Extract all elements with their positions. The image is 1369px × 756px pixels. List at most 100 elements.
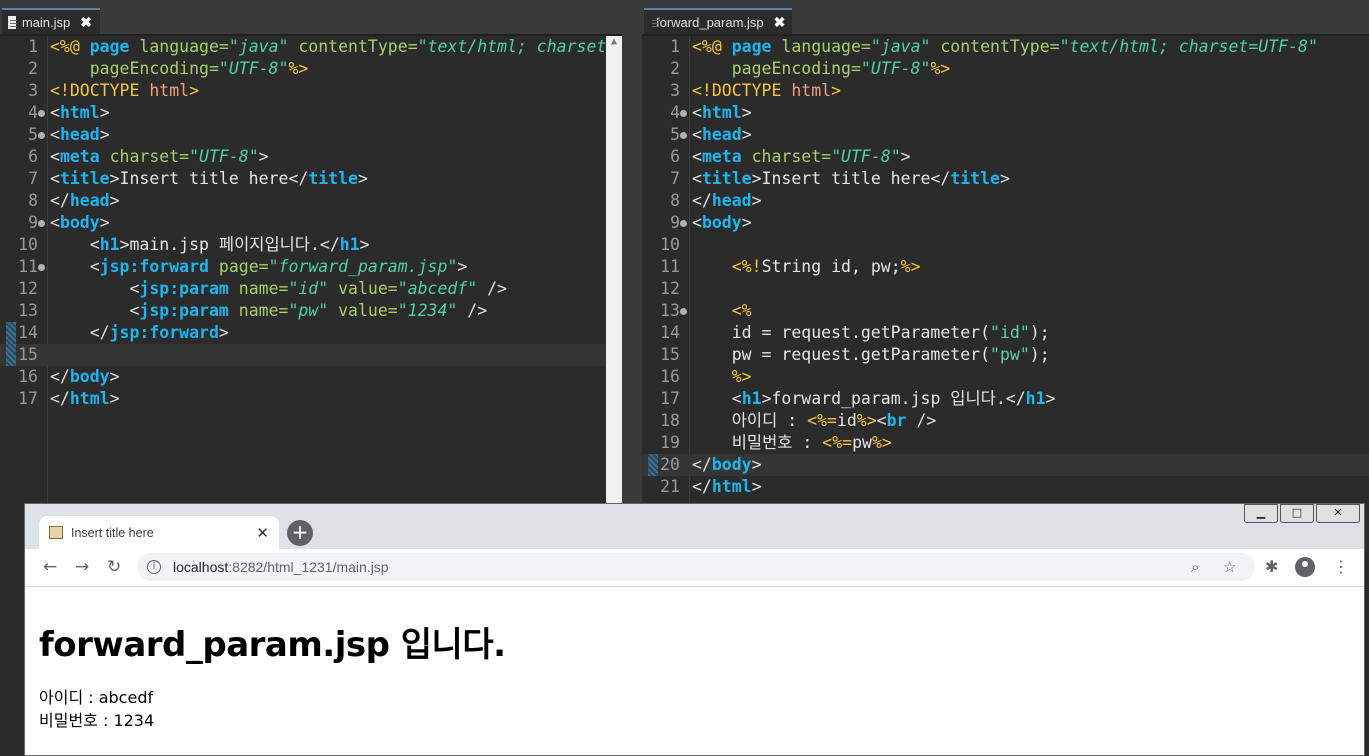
code-line[interactable]: 16 %> <box>642 366 1369 388</box>
code-token: title <box>950 169 1000 188</box>
code-token: meta <box>701 147 752 166</box>
minimize-button[interactable]: ▁ <box>1244 504 1278 523</box>
profile-icon[interactable] <box>1295 557 1315 577</box>
code-token: > <box>1045 389 1056 408</box>
fold-toggle-icon[interactable] <box>38 110 45 117</box>
fold-toggle-icon[interactable] <box>38 264 45 271</box>
code-editor-right[interactable]: 1 <%@ page language="java" contentType="t… <box>642 36 1369 498</box>
code-line[interactable]: 2 pageEncoding="UTF-8"%> <box>0 58 622 80</box>
code-line[interactable]: 11 <jsp:forward page="forward_param.jsp"… <box>0 256 622 278</box>
code-token: body <box>69 367 110 386</box>
info-icon[interactable]: i <box>147 560 161 574</box>
code-text: id = request.getParameter("id"); <box>692 322 1050 344</box>
code-line[interactable]: 12 <jsp:param name="id" value="abcedf" /… <box>0 278 622 300</box>
fold-toggle-icon[interactable] <box>680 132 687 139</box>
code-line[interactable]: 17 </html> <box>0 388 622 410</box>
line-number: 2 <box>28 59 38 78</box>
code-text: <title>Insert title here</title> <box>50 168 368 190</box>
close-icon[interactable]: ✕ <box>256 524 269 542</box>
code-line[interactable]: 20 </body> <box>642 454 1369 476</box>
code-line[interactable]: 14 </jsp:forward> <box>0 322 622 344</box>
code-line[interactable]: 12 <box>642 278 1369 300</box>
fold-toggle-icon[interactable] <box>38 220 45 227</box>
line-number: 2 <box>670 59 680 78</box>
code-line[interactable]: 16 </body> <box>0 366 622 388</box>
url-path: :8282/html_1231/main.jsp <box>228 559 389 575</box>
maximize-button[interactable]: □ <box>1280 504 1314 523</box>
tab-forward-param-jsp[interactable]: forward_param.jsp ✖ <box>644 8 792 34</box>
code-token: value= <box>338 279 398 298</box>
browser-tab[interactable]: Insert title here ✕ <box>39 516 279 549</box>
code-line[interactable]: 13 <jsp:param name="pw" value="1234" /> <box>0 300 622 322</box>
code-line[interactable]: 1 <%@ page language="java" contentType="t… <box>0 36 622 58</box>
code-line[interactable]: 19 비밀번호 : <%=pw%> <box>642 432 1369 454</box>
code-line[interactable]: 4 <html> <box>642 102 1369 124</box>
code-line[interactable]: 11 <%!String id, pw;%> <box>642 256 1369 278</box>
code-line[interactable]: 18 아이디 : <%=id%><br /> <box>642 410 1369 432</box>
code-line[interactable]: 21 </html> <box>642 476 1369 498</box>
line-number: 13 <box>18 301 38 320</box>
close-icon[interactable]: ✖ <box>80 14 92 31</box>
address-bar[interactable]: i localhost:8282/html_1231/main.jsp ⌕ ☆ <box>137 553 1255 581</box>
code-line[interactable]: 4 <html> <box>0 102 622 124</box>
code-token: "UTF-8" <box>860 59 931 78</box>
extensions-icon[interactable]: ✱ <box>1265 557 1278 576</box>
code-line[interactable]: 3 <!DOCTYPE html> <box>0 80 622 102</box>
fold-toggle-icon[interactable] <box>680 220 687 227</box>
code-token: <!DOCTYPE <box>50 81 150 100</box>
fold-toggle-icon[interactable] <box>38 132 45 139</box>
code-line[interactable]: 10 <h1>main.jsp 페이지입니다.</h1> <box>0 234 622 256</box>
code-token: %> <box>731 367 752 386</box>
code-token: > <box>99 125 110 144</box>
code-line[interactable]: 3 <!DOCTYPE html> <box>642 80 1369 102</box>
code-text: <%@ page language="java" contentType="te… <box>692 36 1318 58</box>
code-line[interactable]: 17 <h1>forward_param.jsp 입니다.</h1> <box>642 388 1369 410</box>
code-line[interactable]: 15 <box>0 344 622 366</box>
code-token: page= <box>218 257 269 276</box>
code-token: 비밀번호 : <box>692 433 823 452</box>
line-number: 14 <box>18 323 38 342</box>
code-text: <body> <box>50 212 110 234</box>
code-line[interactable]: 8 </head> <box>642 190 1369 212</box>
code-line[interactable]: 9 <body> <box>642 212 1369 234</box>
code-token: > <box>99 103 110 122</box>
code-token: < <box>692 213 702 232</box>
code-line[interactable]: 9 <body> <box>0 212 622 234</box>
menu-icon[interactable]: ⋮ <box>1333 557 1349 576</box>
fold-toggle-icon[interactable] <box>680 308 687 315</box>
code-line[interactable]: 5 <head> <box>0 124 622 146</box>
code-line[interactable]: 6 <meta charset="UTF-8"> <box>0 146 622 168</box>
code-text: <meta charset="UTF-8"> <box>50 146 269 168</box>
new-tab-button[interactable]: + <box>287 520 313 546</box>
code-line[interactable]: 8 </head> <box>0 190 622 212</box>
code-line[interactable]: 10 <box>642 234 1369 256</box>
forward-icon[interactable]: → <box>75 557 89 577</box>
code-token: < <box>50 125 60 144</box>
line-number: 7 <box>28 169 38 188</box>
code-line[interactable]: 5 <head> <box>642 124 1369 146</box>
line-number: 20 <box>660 455 680 474</box>
code-editor-left[interactable]: 1 <%@ page language="java" contentType="t… <box>0 36 622 410</box>
reload-icon[interactable]: ↻ <box>107 557 121 577</box>
star-icon[interactable]: ☆ <box>1223 553 1236 581</box>
code-line[interactable]: 2 pageEncoding="UTF-8"%> <box>642 58 1369 80</box>
code-line[interactable]: 1 <%@ page language="java" contentType="t… <box>642 36 1369 58</box>
code-token: contentType= <box>298 37 418 56</box>
back-icon[interactable]: ← <box>43 557 57 577</box>
code-line[interactable]: 13 <% <box>642 300 1369 322</box>
code-token: /> <box>487 279 507 298</box>
code-line[interactable]: 6 <meta charset="UTF-8"> <box>642 146 1369 168</box>
scroll-up-arrow-icon[interactable]: ▲ <box>608 36 620 48</box>
fold-toggle-icon[interactable] <box>680 110 687 117</box>
code-line[interactable]: 7 <title>Insert title here</title> <box>0 168 622 190</box>
zoom-icon[interactable]: ⌕ <box>1191 553 1199 581</box>
tab-main-jsp[interactable]: main.jsp ✖ <box>2 8 100 34</box>
code-line[interactable]: 7 <title>Insert title here</title> <box>642 168 1369 190</box>
code-text: </head> <box>692 190 762 212</box>
favicon-icon <box>49 526 63 539</box>
close-icon[interactable]: ✖ <box>774 14 786 31</box>
code-line[interactable]: 15 pw = request.getParameter("pw"); <box>642 344 1369 366</box>
code-line[interactable]: 14 id = request.getParameter("id"); <box>642 322 1369 344</box>
vertical-scrollbar[interactable]: ▲ <box>606 36 622 506</box>
window-close-button[interactable]: ✕ <box>1316 504 1360 523</box>
